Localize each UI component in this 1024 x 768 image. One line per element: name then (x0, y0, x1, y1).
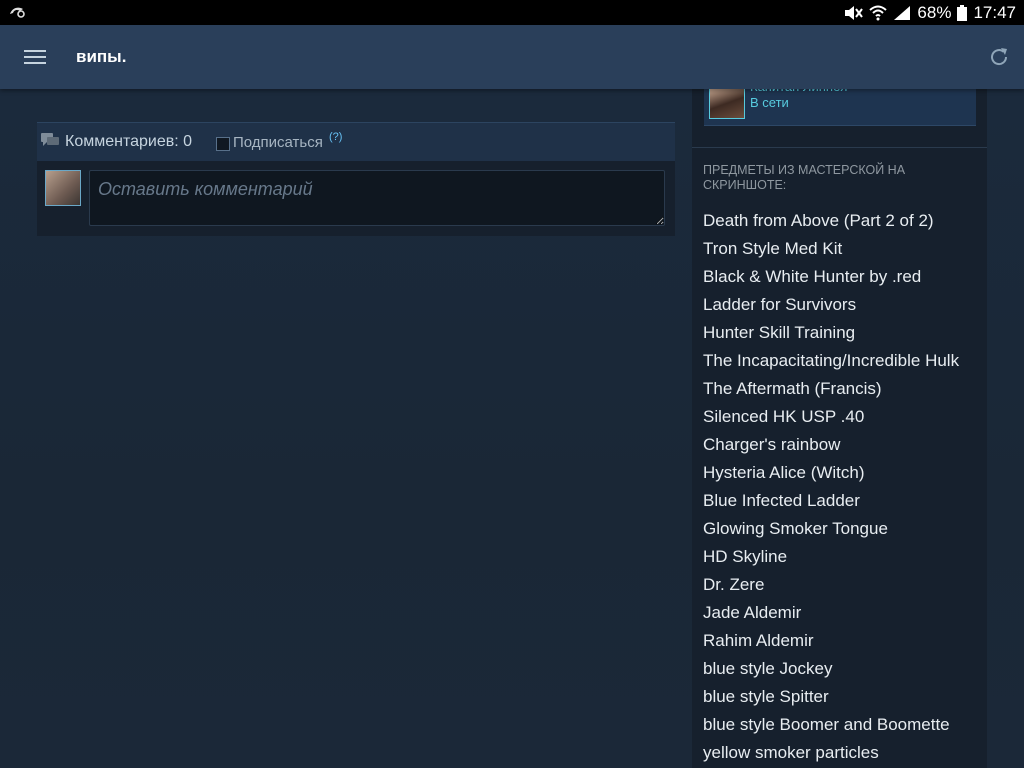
workshop-items-heading: ПРЕДМЕТЫ ИЗ МАСТЕРСКОЙ НА СКРИНШОТЕ: (703, 163, 906, 192)
comment-bubble-icon (41, 133, 59, 146)
screenshot-owner[interactable]: Капитан Линнея В сети (704, 79, 976, 126)
workshop-item[interactable]: Jade Aldemir (703, 600, 959, 628)
steam-notification-icon (10, 7, 25, 18)
workshop-item[interactable]: Rahim Aldemir (703, 628, 959, 656)
workshop-item[interactable]: The Aftermath (Francis) (703, 376, 959, 404)
subscribe-label[interactable]: Подписаться (233, 134, 323, 151)
wifi-icon (869, 5, 888, 20)
app-bar: випы. (0, 25, 1024, 89)
signal-icon (894, 5, 911, 20)
comments-section: Комментариев: 0 Подписаться (?) (37, 122, 675, 236)
workshop-item[interactable]: Black & White Hunter by .red (703, 264, 959, 292)
owner-status: В сети (750, 95, 789, 110)
workshop-items-list: Death from Above (Part 2 of 2) Tron Styl… (703, 208, 959, 768)
battery-icon (957, 4, 968, 21)
workshop-item[interactable]: yellow smoker particles (703, 740, 959, 768)
status-bar: 68% 17:47 (0, 0, 1024, 25)
workshop-item[interactable]: Death from Above (Part 2 of 2) (703, 208, 959, 236)
page-title: випы. (76, 47, 127, 66)
workshop-item[interactable]: Silenced HK USP .40 (703, 404, 959, 432)
workshop-item[interactable]: blue style Spitter (703, 684, 959, 712)
comment-input[interactable] (89, 170, 665, 226)
clock: 17:47 (973, 2, 1016, 22)
subscribe-checkbox[interactable] (216, 137, 230, 151)
workshop-item[interactable]: Ladder for Survivors (703, 292, 959, 320)
comments-header: Комментариев: 0 Подписаться (?) (37, 122, 675, 161)
main-content: Комментариев: 0 Подписаться (?) Капитан … (0, 79, 1024, 768)
workshop-item[interactable]: blue style Jockey (703, 656, 959, 684)
current-user-avatar (45, 170, 81, 206)
workshop-item[interactable]: Tron Style Med Kit (703, 236, 959, 264)
workshop-item[interactable]: The Incapacitating/Incredible Hulk (703, 348, 959, 376)
hamburger-menu-icon[interactable] (24, 48, 48, 66)
workshop-item[interactable]: HD Skyline (703, 544, 959, 572)
mute-icon (845, 5, 864, 20)
help-link[interactable]: (?) (329, 131, 342, 143)
right-sidebar: Капитан Линнея В сети ПРЕДМЕТЫ ИЗ МАСТЕР… (692, 79, 987, 768)
workshop-item[interactable]: Charger's rainbow (703, 432, 959, 460)
refresh-icon[interactable] (988, 46, 1010, 68)
workshop-item[interactable]: Hysteria Alice (Witch) (703, 460, 959, 488)
battery-percent: 68% (917, 2, 952, 22)
comment-count: Комментариев: 0 (65, 133, 193, 150)
workshop-item[interactable]: blue style Boomer and Boomette (703, 712, 959, 740)
workshop-item[interactable]: Blue Infected Ladder (703, 488, 959, 516)
workshop-item[interactable]: Glowing Smoker Tongue (703, 516, 959, 544)
divider (692, 147, 987, 148)
workshop-item[interactable]: Hunter Skill Training (703, 320, 959, 348)
workshop-item[interactable]: Dr. Zere (703, 572, 959, 600)
